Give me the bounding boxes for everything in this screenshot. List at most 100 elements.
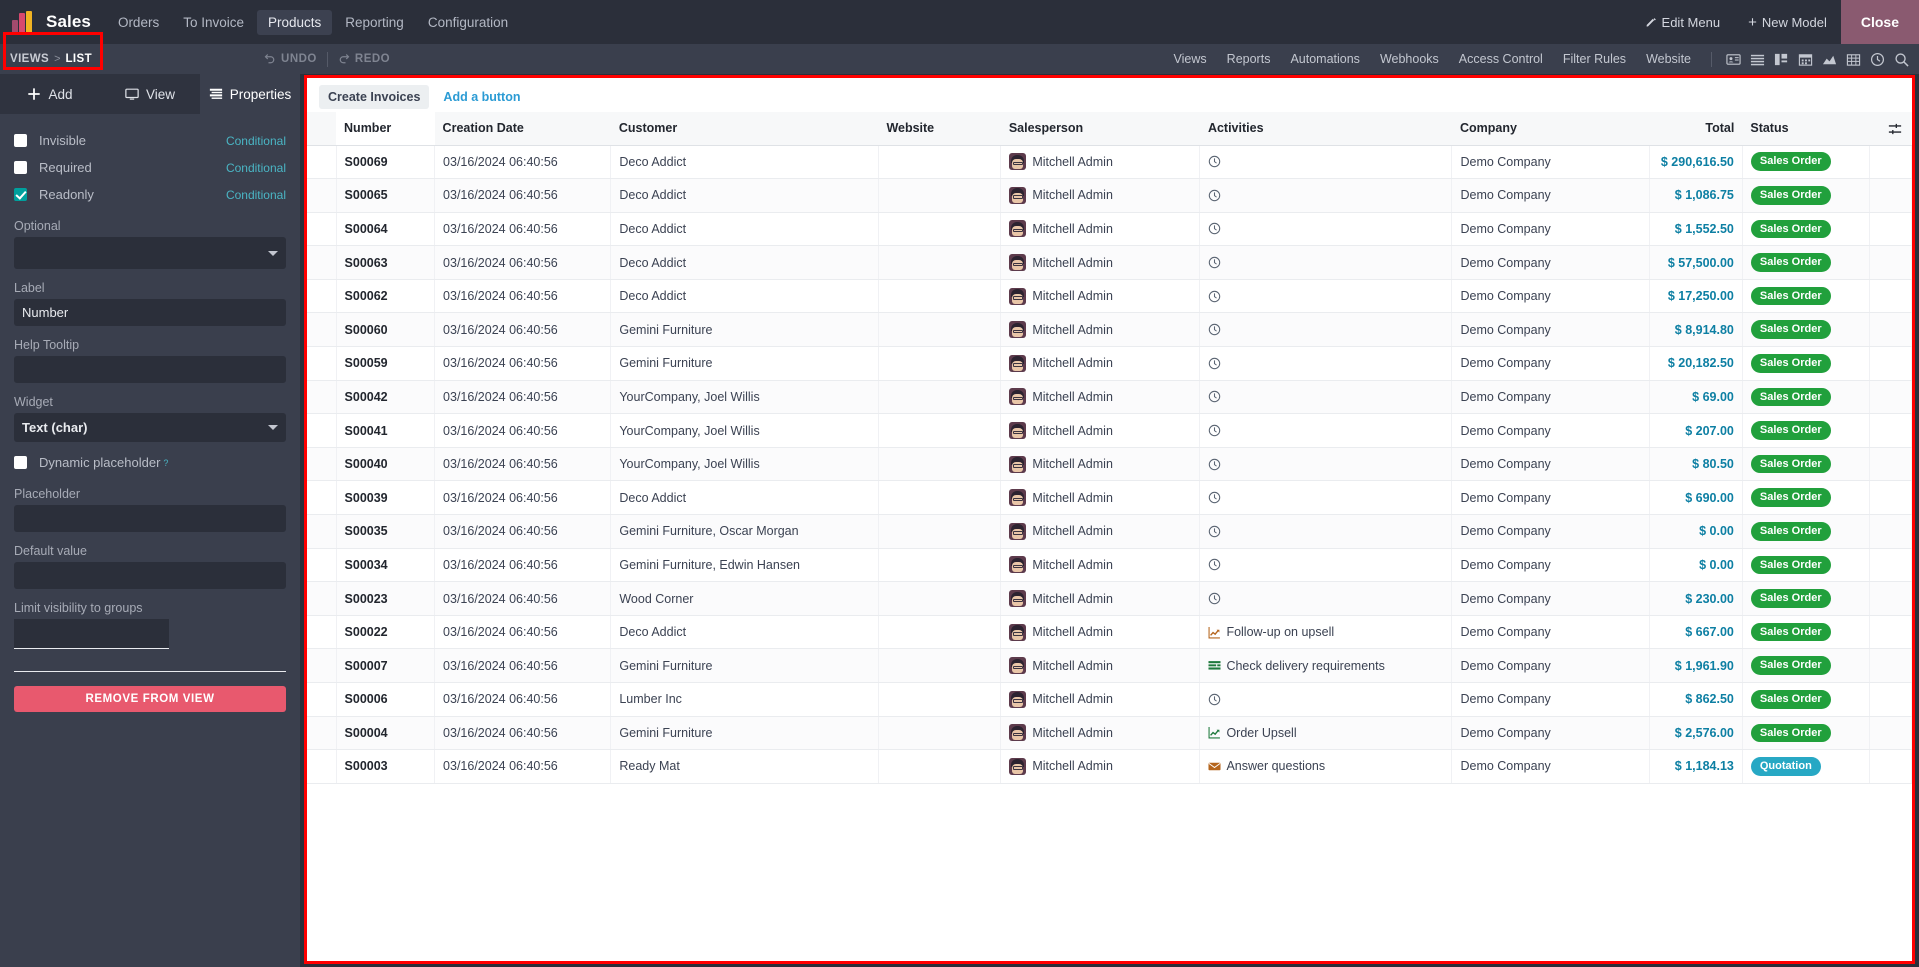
cell-total[interactable]: $ 17,250.00 — [1649, 279, 1743, 314]
table-row[interactable]: S00041 03/16/2024 06:40:56 YourCompany, Jo… — [307, 413, 1912, 448]
table-row[interactable]: S00060 03/16/2024 06:40:56 Gemini Furnitur… — [307, 312, 1912, 348]
cell-website[interactable] — [878, 178, 1002, 213]
table-row[interactable]: S00063 03/16/2024 06:40:56 Deco Addict Mitc… — [307, 245, 1912, 280]
add-a-button-link[interactable]: Add a button — [435, 85, 528, 109]
cell-company[interactable]: Demo Company — [1451, 312, 1650, 348]
cell-row-options[interactable] — [1869, 413, 1912, 448]
cell-status[interactable]: Sales Order — [1742, 480, 1871, 516]
cell-customer[interactable]: YourCompany, Joel Willis — [610, 413, 879, 448]
cell-customer[interactable]: Deco Addict — [610, 480, 879, 516]
sidebar-tab-add[interactable]: Add — [0, 74, 100, 114]
subbar-link-webhooks[interactable]: Webhooks — [1370, 52, 1449, 66]
default-value-input[interactable] — [14, 562, 286, 589]
cell-website[interactable] — [878, 447, 1002, 482]
cell-total[interactable]: $ 290,616.50 — [1649, 145, 1743, 180]
cell-status[interactable]: Sales Order — [1742, 145, 1871, 180]
cell-row-options[interactable] — [1869, 145, 1912, 180]
cell-salesperson[interactable]: Mitchell Admin — [1000, 312, 1201, 348]
cell-number[interactable]: S00063 — [336, 245, 436, 280]
required-conditional-link[interactable]: Conditional — [226, 161, 286, 175]
cell-creation-date[interactable]: 03/16/2024 06:40:56 — [434, 447, 612, 482]
placeholder-input[interactable] — [14, 505, 286, 532]
widget-select[interactable]: Text (char) — [14, 413, 286, 442]
contact-card-icon[interactable] — [1726, 52, 1741, 67]
cell-customer[interactable]: Deco Addict — [610, 615, 879, 650]
cell-number[interactable]: S00040 — [336, 447, 436, 482]
cell-status[interactable]: Sales Order — [1742, 514, 1871, 549]
table-row[interactable]: S00035 03/16/2024 06:40:56 Gemini Furnitur… — [307, 514, 1912, 549]
cell-total[interactable]: $ 20,182.50 — [1649, 346, 1743, 381]
cell-company[interactable]: Demo Company — [1451, 480, 1650, 516]
table-row[interactable]: S00064 03/16/2024 06:40:56 Deco Addict Mitc… — [307, 212, 1912, 247]
cell-website[interactable] — [878, 380, 1002, 415]
cell-status[interactable]: Sales Order — [1742, 615, 1871, 650]
cell-creation-date[interactable]: 03/16/2024 06:40:56 — [434, 245, 612, 280]
table-row[interactable]: S00007 03/16/2024 06:40:56 Gemini Furnitur… — [307, 648, 1912, 683]
cell-salesperson[interactable]: Mitchell Admin — [1000, 749, 1201, 784]
graph-icon[interactable] — [1822, 52, 1837, 67]
th-salesperson[interactable]: Salesperson — [1000, 112, 1200, 146]
redo-button[interactable]: REDO — [338, 53, 390, 65]
cell-status[interactable]: Sales Order — [1742, 346, 1871, 381]
cell-row-options[interactable] — [1869, 245, 1912, 280]
create-invoices-button[interactable]: Create Invoices — [319, 85, 430, 109]
cell-activities[interactable] — [1199, 245, 1453, 280]
cell-creation-date[interactable]: 03/16/2024 06:40:56 — [434, 380, 612, 415]
cell-number[interactable]: S00039 — [336, 480, 436, 516]
table-row[interactable]: S00023 03/16/2024 06:40:56 Wood Corner Mitc… — [307, 581, 1912, 616]
cell-company[interactable]: Demo Company — [1451, 212, 1650, 247]
cell-row-options[interactable] — [1869, 178, 1912, 213]
cell-customer[interactable]: YourCompany, Joel Willis — [610, 447, 879, 482]
subbar-link-filter-rules[interactable]: Filter Rules — [1553, 52, 1636, 66]
cell-status[interactable]: Sales Order — [1742, 548, 1871, 583]
cell-creation-date[interactable]: 03/16/2024 06:40:56 — [434, 312, 612, 348]
calendar-icon[interactable] — [1798, 52, 1813, 67]
list-icon[interactable] — [1750, 52, 1765, 67]
cell-customer[interactable]: Deco Addict — [610, 279, 879, 314]
cell-customer[interactable]: Deco Addict — [610, 178, 879, 213]
dynamic-placeholder-checkbox[interactable] — [14, 456, 27, 469]
cell-status[interactable]: Sales Order — [1742, 413, 1871, 448]
cell-website[interactable] — [878, 346, 1002, 381]
cell-total[interactable]: $ 2,576.00 — [1649, 716, 1743, 751]
cell-row-options[interactable] — [1869, 581, 1912, 616]
cell-company[interactable]: Demo Company — [1451, 514, 1650, 549]
cell-salesperson[interactable]: Mitchell Admin — [1000, 447, 1201, 482]
cell-salesperson[interactable]: Mitchell Admin — [1000, 279, 1201, 314]
cell-number[interactable]: S00006 — [336, 682, 436, 717]
cell-website[interactable] — [878, 648, 1002, 683]
label-input[interactable] — [14, 299, 286, 326]
cell-salesperson[interactable]: Mitchell Admin — [1000, 380, 1201, 415]
cell-number[interactable]: S00060 — [336, 312, 436, 348]
cell-status[interactable]: Sales Order — [1742, 447, 1871, 482]
cell-activities[interactable] — [1199, 413, 1453, 448]
cell-website[interactable] — [878, 682, 1002, 717]
cell-creation-date[interactable]: 03/16/2024 06:40:56 — [434, 648, 612, 683]
table-row[interactable]: S00069 03/16/2024 06:40:56 Deco Addict Mitc… — [307, 145, 1912, 180]
help-question-icon[interactable]: ? — [163, 458, 168, 468]
cell-activities[interactable]: Follow-up on upsell — [1199, 615, 1453, 650]
table-row[interactable]: S00065 03/16/2024 06:40:56 Deco Addict Mitc… — [307, 178, 1912, 213]
cell-row-options[interactable] — [1869, 716, 1912, 751]
cell-creation-date[interactable]: 03/16/2024 06:40:56 — [434, 413, 612, 448]
cell-company[interactable]: Demo Company — [1451, 245, 1650, 280]
cell-customer[interactable]: Wood Corner — [610, 581, 879, 616]
cell-row-options[interactable] — [1869, 447, 1912, 482]
subbar-link-reports[interactable]: Reports — [1217, 52, 1281, 66]
cell-row-options[interactable] — [1869, 312, 1912, 348]
th-activities[interactable]: Activities — [1199, 112, 1452, 146]
optional-select[interactable] — [14, 237, 286, 269]
cell-row-options[interactable] — [1869, 514, 1912, 549]
cell-salesperson[interactable]: Mitchell Admin — [1000, 514, 1201, 549]
cell-creation-date[interactable]: 03/16/2024 06:40:56 — [434, 615, 612, 650]
cell-number[interactable]: S00042 — [336, 380, 436, 415]
cell-activities[interactable] — [1199, 212, 1453, 247]
cell-company[interactable]: Demo Company — [1451, 178, 1650, 213]
cell-creation-date[interactable]: 03/16/2024 06:40:56 — [434, 548, 612, 583]
menu-item-to-invoice[interactable]: To Invoice — [172, 10, 255, 35]
readonly-checkbox[interactable] — [14, 188, 27, 201]
th-number[interactable]: Number — [336, 112, 435, 146]
menu-item-orders[interactable]: Orders — [107, 10, 170, 35]
cell-total[interactable]: $ 0.00 — [1649, 548, 1743, 583]
close-button[interactable]: Close — [1840, 0, 1919, 44]
